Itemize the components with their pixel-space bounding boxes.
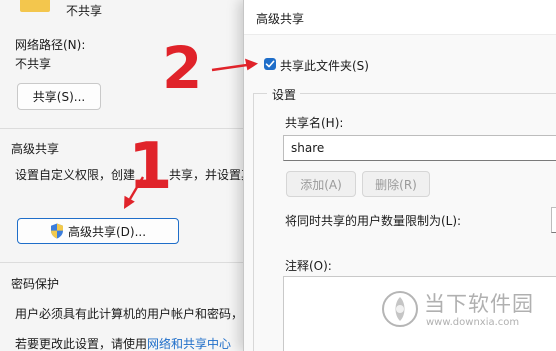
folder-icon (20, 0, 50, 12)
advanced-desc-part1: 设置自定义权限，创建 (15, 168, 136, 182)
advanced-sharing-button-label: 高级共享(D)... (67, 224, 147, 239)
password-protection-description: 用户必须具有此计算机的用户帐户和密码， (15, 307, 244, 321)
settings-group-label: 设置 (272, 88, 297, 102)
share-button[interactable]: 共享(S)... (17, 83, 101, 110)
uac-shield-icon (50, 223, 63, 239)
group-border-top-left (253, 93, 267, 94)
password-protection-note: 若要更改此设置，请使用网络和共享中心 (15, 335, 231, 351)
user-limit-stepper[interactable] (551, 207, 556, 233)
network-path-value: 不共享 (15, 57, 52, 71)
advanced-sharing-button[interactable]: 高级共享(D)... (17, 218, 179, 244)
share-folder-checkbox-label[interactable]: 共享此文件夹(S) (280, 57, 369, 74)
group-border-left (253, 93, 254, 351)
watermark-site-name: 当下软件园 (424, 292, 534, 316)
user-limit-label: 将同时共享的用户数量限制为(L): (285, 214, 462, 228)
password-protection-title: 密码保护 (11, 277, 60, 291)
advanced-sharing-description: 设置自定义权限，创建 共享，并设置其 (15, 166, 253, 183)
watermark-logo-icon (382, 291, 418, 327)
checkmark-icon (265, 60, 275, 68)
network-path-label: 网络路径(N): (15, 38, 86, 52)
share-name-value: share (291, 141, 325, 155)
section-divider (0, 128, 245, 129)
share-name-label: 共享名(H): (285, 116, 344, 130)
watermark-site-url: www.downxia.com (426, 317, 520, 328)
group-border-top-right (300, 93, 556, 94)
add-share-button[interactable]: 添加(A) (286, 171, 356, 197)
comment-label: 注释(O): (285, 259, 332, 273)
password-note-prefix: 若要更改此设置，请使用 (15, 337, 148, 351)
sharing-tab-panel: 不共享 网络路径(N): 不共享 共享(S)... 高级共享 设置自定义权限，创… (0, 0, 253, 351)
network-sharing-center-link[interactable]: 网络和共享中心 (147, 337, 231, 351)
section-divider (0, 262, 245, 263)
advanced-sharing-section-title: 高级共享 (11, 142, 60, 156)
share-name-input[interactable]: share (283, 135, 556, 161)
dialog-title: 高级共享 (256, 12, 305, 26)
remove-share-button[interactable]: 删除(R) (362, 171, 430, 197)
folder-share-status: 不共享 (66, 4, 103, 18)
screenshot-stage: 不共享 网络路径(N): 不共享 共享(S)... 高级共享 设置自定义权限，创… (0, 0, 556, 351)
share-folder-checkbox[interactable] (264, 58, 276, 70)
dialog-titlebar[interactable]: 高级共享 (244, 0, 556, 35)
advanced-desc-part2: 共享，并设置其 (169, 168, 254, 182)
